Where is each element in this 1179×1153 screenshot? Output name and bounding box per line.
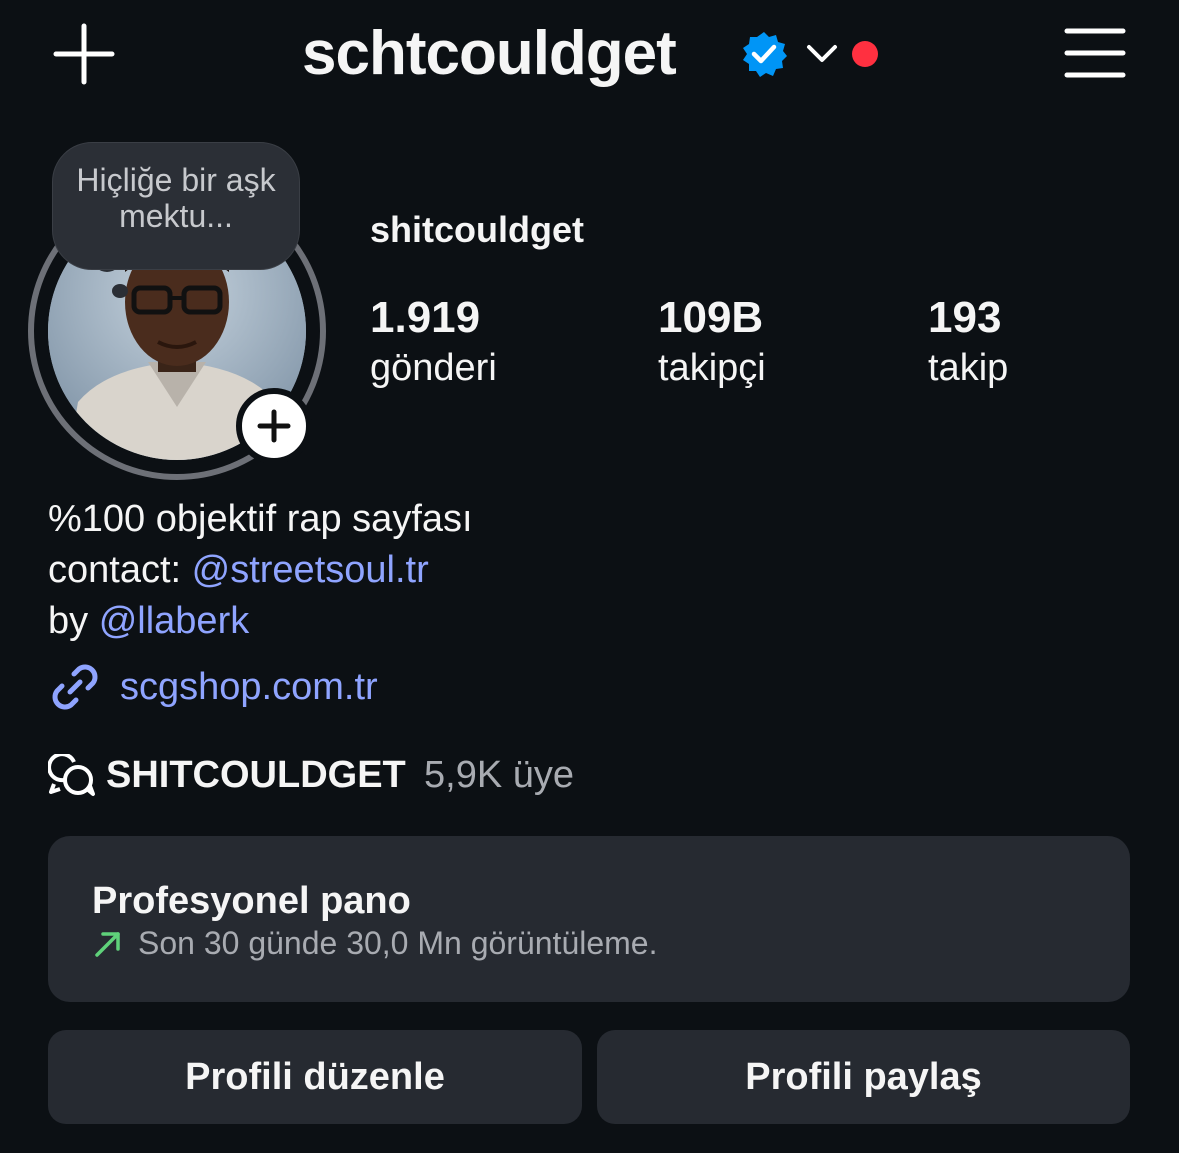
channel-name[interactable]: SHITCOULDGET (106, 752, 406, 798)
broadcast-channel-icon (48, 754, 95, 796)
trend-up-arrow-icon (95, 932, 120, 957)
plus-icon (257, 409, 291, 443)
following-count[interactable]: 193 (928, 294, 1001, 342)
account-switcher-title[interactable]: schtcouldget (302, 16, 677, 92)
bio-contact-line: contact: @streetsoul.tr (48, 547, 429, 593)
chevron-down-icon[interactable] (806, 42, 838, 66)
followers-count[interactable]: 109B (658, 294, 763, 342)
add-story-button[interactable] (236, 388, 312, 464)
note-bubble-tail-small (112, 284, 128, 298)
posts-count[interactable]: 1.919 (370, 294, 480, 342)
dashboard-title: Profesyonel pano (92, 880, 411, 922)
contact-mention-link[interactable]: @streetsoul.tr (192, 549, 429, 591)
following-label[interactable]: takip (928, 346, 1008, 390)
bio-line: %100 objektif rap sayfası (48, 498, 473, 540)
link-icon (52, 664, 98, 710)
notification-dot (852, 41, 878, 67)
dashboard-subtitle: Son 30 günde 30,0 Mn görüntüleme. (138, 925, 658, 961)
channel-members: 5,9K üye (424, 754, 574, 796)
bio-contact-prefix: contact: (48, 549, 192, 591)
verified-badge-icon (743, 32, 787, 77)
author-mention-link[interactable]: @llaberk (99, 600, 250, 642)
bio-by-prefix: by (48, 600, 99, 642)
profile-name: shitcouldget (370, 209, 584, 250)
bio-by-line: by @llaberk (48, 598, 249, 644)
note-text: Hiçliğe bir aşk mektu... (76, 162, 276, 234)
website-link[interactable]: scgshop.com.tr (120, 664, 378, 710)
plus-icon[interactable] (52, 22, 116, 86)
menu-icon[interactable] (1064, 26, 1126, 80)
share-profile-button[interactable]: Profili paylaş (597, 1030, 1130, 1124)
posts-label[interactable]: gönderi (370, 346, 497, 390)
followers-label[interactable]: takipçi (658, 346, 766, 390)
edit-profile-button[interactable]: Profili düzenle (48, 1030, 582, 1124)
